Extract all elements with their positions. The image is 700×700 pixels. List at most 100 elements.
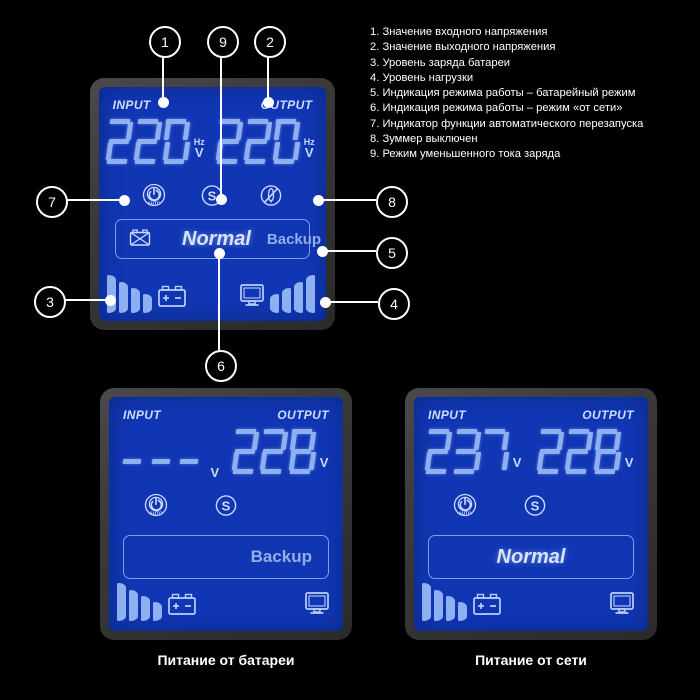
callout-anchor-dot	[262, 96, 274, 108]
mode-status-box: Normal Backup	[115, 219, 321, 259]
seven-segment-digit	[272, 119, 300, 164]
reduced-charge-icon[interactable]: S	[522, 493, 548, 524]
output-voltage-readout: V	[536, 429, 634, 474]
callout-number-1[interactable]: 1	[149, 26, 181, 58]
status-icon-row: AUTO S	[143, 493, 239, 524]
digit-group	[122, 439, 209, 484]
callout-anchor-dot	[157, 96, 169, 108]
unit-label: Hz V	[304, 138, 315, 159]
legend-item: 2. Значение выходного напряжения	[370, 41, 556, 54]
digit-group	[231, 429, 318, 474]
battery-mode-icon	[128, 227, 152, 252]
seven-segment-digit	[483, 429, 509, 474]
digit-group	[215, 119, 302, 164]
legend-item: 1. Значение входного напряжения	[370, 26, 548, 38]
seven-segment-digit	[231, 429, 260, 474]
seven-segment-digit	[288, 429, 316, 474]
level-bar	[153, 602, 162, 621]
legend-item: 7. Индикатор функции автоматического пер…	[370, 117, 644, 130]
battery-panel-caption: Питание от батареи	[157, 652, 295, 668]
callout-anchor-dot	[104, 294, 116, 306]
unit-volt: V	[512, 454, 522, 470]
callout-leader-line	[64, 199, 124, 201]
callout-leader-line	[62, 299, 110, 301]
level-bar	[119, 282, 128, 313]
callout-leader-line	[322, 250, 376, 252]
svg-text:AUTO: AUTO	[148, 200, 161, 205]
status-icon-row: AUTO S	[452, 493, 548, 524]
callout-number-3[interactable]: 3	[34, 286, 66, 318]
mode-status-label: Backup	[250, 547, 312, 566]
monitor-icon	[610, 592, 634, 614]
callout-number-2[interactable]: 2	[254, 26, 286, 58]
seven-segment-digit	[593, 429, 621, 474]
callout-number-9[interactable]: 9	[207, 26, 239, 58]
seven-segment-digit	[424, 429, 453, 474]
monitor-icon	[303, 590, 331, 621]
seven-segment-digit	[244, 119, 272, 164]
main-lcd-screen: INPUT OUTPUT Hz V Hz V AUTO S Normal Bac…	[99, 87, 326, 321]
battery-icon	[158, 285, 186, 307]
unit-label: V	[512, 454, 522, 470]
mains-mode-display: INPUT OUTPUT V V AUTO S Normal	[405, 388, 657, 640]
auto-restart-icon[interactable]: AUTO	[143, 493, 169, 524]
callout-anchor-dot	[215, 193, 227, 205]
buzzer-off-icon[interactable]	[258, 183, 284, 214]
level-bar	[129, 590, 138, 621]
legend-item: 6. Индикация режима работы – режим «от с…	[370, 102, 623, 115]
unit-label: V	[624, 454, 634, 470]
level-bar	[458, 602, 467, 621]
callout-anchor-dot	[316, 245, 328, 257]
level-bars-row	[109, 583, 343, 621]
callout-leader-line	[267, 54, 269, 102]
digit-group	[536, 429, 623, 474]
seven-segment-digit	[105, 119, 134, 164]
level-bar	[107, 275, 116, 313]
battery-level-indicator	[107, 275, 187, 313]
unit-volt: V	[304, 144, 314, 160]
unit-label: V	[320, 455, 329, 469]
legend-item: 4. Уровень нагрузки	[370, 71, 474, 84]
callout-anchor-dot	[312, 194, 324, 206]
level-bar	[282, 288, 291, 313]
battery-lcd-screen: INPUT OUTPUT V V AUTO S Backup	[109, 397, 343, 631]
legend-item: 8. Зуммер выключен	[370, 133, 478, 146]
battery-icon	[167, 592, 197, 621]
input-label: INPUT	[112, 97, 151, 112]
auto-restart-icon[interactable]: AUTO	[141, 183, 167, 214]
callout-number-6[interactable]: 6	[205, 350, 237, 382]
seven-segment-digit	[134, 119, 162, 164]
callout-leader-line	[162, 54, 164, 102]
level-bars-row	[99, 275, 326, 313]
callout-number-7[interactable]: 7	[36, 186, 68, 218]
callout-number-8[interactable]: 8	[376, 186, 408, 218]
battery-icon	[473, 593, 501, 615]
callout-number-5[interactable]: 5	[376, 237, 408, 269]
seven-segment-digit	[260, 429, 288, 474]
level-bar	[306, 275, 315, 313]
legend-item: 5. Индикация режима работы – батарейный …	[370, 87, 636, 100]
level-bar	[117, 583, 126, 621]
input-voltage-readout: V	[424, 429, 522, 474]
level-bars-row	[414, 583, 648, 621]
seven-segment-digit	[536, 429, 565, 474]
auto-restart-icon[interactable]: AUTO	[452, 493, 478, 524]
input-label: INPUT	[428, 407, 467, 422]
input-voltage-readout: V	[122, 439, 220, 484]
input-label: INPUT	[123, 407, 162, 422]
legend-list: 1. Значение входного напряжения 2. Значе…	[370, 25, 690, 163]
digit-group	[105, 119, 192, 164]
output-label: OUTPUT	[277, 407, 329, 422]
load-level-indicator	[608, 590, 640, 621]
seven-segment-digit	[454, 429, 481, 474]
level-bar	[294, 282, 303, 313]
unit-volt: V	[624, 454, 634, 470]
callout-number-4[interactable]: 4	[378, 288, 410, 320]
load-level-indicator	[238, 275, 318, 313]
level-bar	[422, 583, 431, 621]
battery-mode-display: INPUT OUTPUT V V AUTO S Backup	[100, 388, 352, 640]
unit-label: V	[211, 465, 220, 479]
svg-text:AUTO: AUTO	[150, 510, 163, 515]
output-voltage-readout: Hz V	[215, 119, 315, 164]
reduced-charge-icon[interactable]: S	[213, 493, 239, 524]
